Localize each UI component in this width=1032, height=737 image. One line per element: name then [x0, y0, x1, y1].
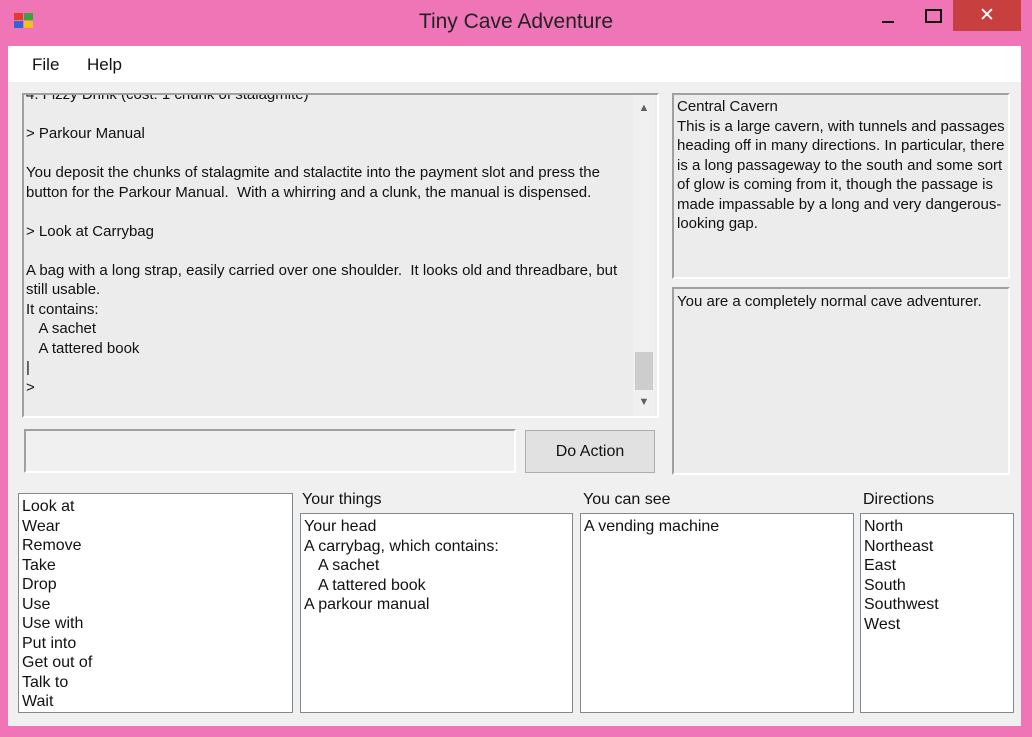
verb-item[interactable]: Wait — [22, 692, 289, 712]
transcript-line — [26, 144, 632, 164]
status-text: You are a completely normal cave adventu… — [677, 293, 982, 310]
verb-item[interactable]: Get out of — [22, 653, 289, 673]
transcript-line: A tattered book — [26, 339, 140, 357]
verb-item[interactable]: Look at — [22, 497, 289, 517]
direction-item[interactable]: South — [864, 576, 1010, 596]
client-area: File Help 4. Fizzy Drink (cost: 1 chunk … — [8, 46, 1021, 726]
verb-item[interactable]: Remove — [22, 536, 289, 556]
thing-item[interactable]: Your head — [304, 517, 569, 537]
maximize-button[interactable] — [913, 0, 953, 31]
menu-file[interactable]: File — [32, 55, 59, 75]
transcript-line — [26, 202, 632, 222]
scroll-up-icon[interactable]: ▲ — [633, 99, 655, 119]
verb-item[interactable]: Take — [22, 556, 289, 576]
thing-item[interactable]: A carrybag, which contains: — [304, 537, 569, 557]
verb-item[interactable]: Put into — [22, 634, 289, 654]
direction-item[interactable]: East — [864, 556, 1010, 576]
room-description: This is a large cavern, with tunnels and… — [677, 117, 1005, 233]
command-input[interactable] — [24, 429, 516, 473]
things-list[interactable]: Your head A carrybag, which contains: A sa… — [300, 513, 573, 713]
transcript-line: A sachet — [26, 320, 97, 337]
things-label: Your things — [302, 491, 382, 508]
direction-item[interactable]: Southwest — [864, 595, 1010, 615]
transcript-line: > Parkour Manual — [26, 125, 145, 142]
scroll-thumb[interactable] — [635, 352, 653, 390]
directions-list[interactable]: North Northeast East South Southwest West — [860, 513, 1014, 713]
close-icon: ✕ — [979, 5, 995, 26]
verb-item[interactable]: Wear — [22, 517, 289, 537]
directions-label: Directions — [863, 491, 935, 508]
verb-item[interactable]: Drop — [22, 575, 289, 595]
app-window: Tiny Cave Adventure ✕ File Help 4. Fizzy… — [0, 0, 1032, 737]
scroll-down-icon[interactable]: ▼ — [633, 393, 655, 413]
transcript-line: 4. Fizzy Drink (cost: 1 chunk of stalagm… — [26, 93, 309, 103]
transcript-line: > — [26, 378, 35, 396]
thing-item[interactable]: A parkour manual — [304, 595, 569, 615]
direction-item[interactable]: West — [864, 615, 1010, 635]
direction-item[interactable]: North — [864, 517, 1010, 537]
verbs-list[interactable]: Look at Wear Remove Take Drop Use Use with Put … — [18, 493, 293, 713]
see-label: You can see — [583, 491, 671, 508]
transcript-line: > Look at Carrybag — [26, 222, 154, 240]
thing-item[interactable]: A tattered book — [304, 576, 569, 596]
minimize-button[interactable] — [868, 0, 908, 31]
transcript-line: You deposit the chunks of stalagmite and… — [26, 164, 605, 201]
transcript-text: 4. Fizzy Drink (cost: 1 chunk of stalagm… — [26, 93, 632, 397]
visible-item[interactable]: A vending machine — [584, 517, 850, 537]
verb-item[interactable]: Use — [22, 595, 289, 615]
minimize-icon — [882, 20, 894, 23]
transcript-textbox[interactable]: 4. Fizzy Drink (cost: 1 chunk of stalagm… — [22, 93, 659, 418]
verb-item[interactable]: Talk to — [22, 673, 289, 693]
menu-help[interactable]: Help — [87, 55, 122, 75]
menu-bar: File Help — [8, 46, 1021, 82]
room-name: Central Cavern — [677, 98, 778, 115]
transcript-line — [26, 241, 632, 261]
close-button[interactable]: ✕ — [953, 0, 1021, 31]
verb-item[interactable]: Use with — [22, 614, 289, 634]
status-box: You are a completely normal cave adventu… — [672, 287, 1010, 475]
transcript-line: | — [26, 359, 30, 376]
maximize-icon — [924, 8, 942, 23]
transcript-scrollbar[interactable]: ▲ ▼ — [633, 95, 655, 416]
room-description-box: Central Cavern This is a large cavern, w… — [672, 93, 1010, 279]
direction-item[interactable]: Northeast — [864, 537, 1010, 557]
see-list[interactable]: A vending machine — [580, 513, 854, 713]
thing-item[interactable]: A sachet — [304, 556, 569, 576]
title-bar[interactable]: Tiny Cave Adventure ✕ — [0, 0, 1032, 46]
transcript-line — [26, 105, 632, 125]
transcript-line: A bag with a long strap, easily carried … — [26, 261, 622, 299]
transcript-line: It contains: — [26, 300, 99, 318]
do-action-button[interactable]: Do Action — [525, 430, 655, 473]
